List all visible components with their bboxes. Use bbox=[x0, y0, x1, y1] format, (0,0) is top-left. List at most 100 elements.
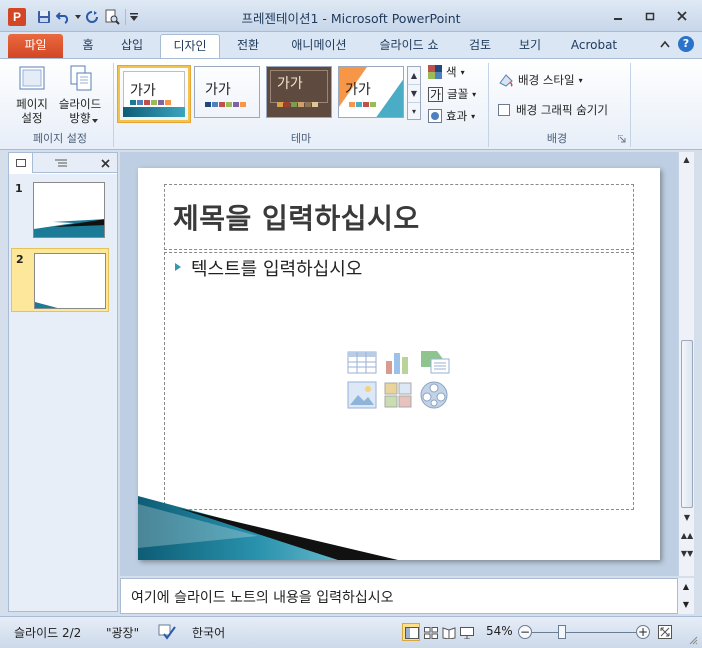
tab-slideshow[interactable]: 슬라이드 쇼 bbox=[368, 34, 450, 58]
ribbon-help-area: ? bbox=[660, 36, 694, 52]
insert-picture-icon[interactable] bbox=[347, 381, 377, 409]
minimize-ribbon-icon[interactable] bbox=[660, 40, 670, 48]
slide-orientation-button[interactable]: 슬라이드 방향 bbox=[54, 63, 106, 125]
ribbon-tabs: 파일 홈 삽입 디자인 전환 애니메이션 슬라이드 쇼 검토 보기 Acroba… bbox=[0, 32, 702, 58]
background-styles-label: 배경 스타일 bbox=[518, 73, 575, 87]
title-placeholder[interactable]: 제목을 입력하십시오 bbox=[164, 184, 634, 250]
insert-table-icon[interactable] bbox=[347, 349, 377, 375]
tab-view[interactable]: 보기 bbox=[510, 34, 550, 58]
theme-1-colors bbox=[130, 100, 171, 105]
close-icon[interactable] bbox=[666, 6, 698, 26]
current-slide: 제목을 입력하십시오 텍스트를 입력하십시오 bbox=[138, 168, 660, 560]
theme-fonts-button[interactable]: 가 글꼴 ▾ bbox=[428, 85, 476, 103]
title-bar: P 프레젠테이션1 - Microsoft PowerPoint bbox=[0, 0, 702, 32]
theme-gallery-scroll: ▲ ▼ ▾ bbox=[407, 66, 421, 120]
notes-scroll-down-icon[interactable]: ▼ bbox=[678, 596, 694, 614]
theme-name: "광장" bbox=[106, 626, 140, 640]
slide-thumbnail-number: 1 bbox=[15, 182, 23, 195]
zoom-slider-knob[interactable] bbox=[558, 625, 566, 639]
insert-clip-art-icon[interactable] bbox=[383, 381, 413, 409]
fit-to-window-icon[interactable] bbox=[658, 625, 672, 639]
close-pane-button[interactable] bbox=[93, 153, 117, 173]
theme-4-colors bbox=[349, 102, 376, 107]
theme-3-colors bbox=[277, 102, 318, 107]
previous-slide-icon[interactable]: ▲▲ bbox=[679, 528, 695, 544]
page-setup-label: 페이지 설정 bbox=[16, 97, 48, 125]
theme-effects-button[interactable]: 효과 ▾ bbox=[428, 107, 475, 125]
theme-colors-label: 색 bbox=[446, 65, 457, 79]
theme-effects-label: 효과 bbox=[446, 109, 468, 123]
theme-colors-button[interactable]: 색 ▾ bbox=[428, 63, 465, 81]
slide-vertical-scrollbar[interactable]: ▲ ▼ ▲▲ ▼▼ bbox=[678, 152, 694, 576]
theme-gallery-more-icon[interactable]: ▾ bbox=[408, 103, 420, 121]
slides-tab-icon bbox=[15, 159, 26, 167]
window-title: 프레젠테이션1 - Microsoft PowerPoint bbox=[241, 11, 461, 26]
insert-smartart-icon[interactable] bbox=[419, 349, 451, 375]
page-setup-group-label: 페이지 설정 bbox=[32, 132, 88, 145]
tab-acrobat[interactable]: Acrobat bbox=[562, 34, 626, 58]
zoom-level[interactable]: 54% bbox=[486, 624, 513, 638]
hide-background-graphics-checkbox[interactable]: 배경 그래픽 숨기기 bbox=[498, 101, 608, 119]
resize-grip-icon[interactable] bbox=[688, 635, 698, 645]
scroll-down-icon[interactable]: ▼ bbox=[679, 510, 695, 526]
tab-file[interactable]: 파일 bbox=[8, 34, 63, 58]
normal-view-button[interactable] bbox=[402, 623, 420, 641]
page-setup-icon bbox=[19, 66, 45, 90]
reading-view-icon[interactable] bbox=[442, 627, 456, 639]
page-setup-button[interactable]: 페이지 설정 bbox=[10, 63, 54, 125]
tab-home[interactable]: 홈 bbox=[72, 34, 104, 58]
notes-pane[interactable]: 여기에 슬라이드 노트의 내용을 입력하십시오 bbox=[120, 578, 678, 614]
notes-scrollbar[interactable]: ▲ ▼ bbox=[678, 578, 694, 614]
tab-review[interactable]: 검토 bbox=[460, 34, 500, 58]
tab-transitions[interactable]: 전환 bbox=[226, 34, 270, 58]
orientation-dropdown-icon[interactable] bbox=[92, 119, 98, 123]
ribbon-design: 페이지 설정 슬라이드 방향 페이지 설정 가가 가가 가가 가가 ▲ ▼ ▾ … bbox=[0, 58, 702, 150]
zoom-out-button[interactable]: − bbox=[518, 625, 532, 639]
next-slide-icon[interactable]: ▼▼ bbox=[679, 546, 695, 562]
hide-background-graphics-label: 배경 그래픽 숨기기 bbox=[516, 103, 608, 117]
normal-view-icon bbox=[405, 627, 419, 639]
slides-tab[interactable] bbox=[9, 153, 33, 173]
zoom-slider-track[interactable] bbox=[532, 632, 636, 633]
theme-2-colors bbox=[205, 102, 246, 107]
content-placeholder[interactable]: 텍스트를 입력하십시오 bbox=[164, 252, 634, 510]
background-styles-button[interactable]: 배경 스타일 ▾ bbox=[498, 71, 583, 89]
restore-icon[interactable] bbox=[634, 6, 666, 26]
zoom-in-button[interactable]: + bbox=[636, 625, 650, 639]
scrollbar-thumb[interactable] bbox=[681, 340, 693, 508]
tab-design[interactable]: 디자인 bbox=[160, 34, 220, 58]
theme-thumbnail-2[interactable]: 가가 bbox=[194, 66, 260, 118]
slideshow-view-icon[interactable] bbox=[460, 627, 474, 639]
minimize-icon[interactable] bbox=[602, 6, 634, 26]
theme-scroll-up-icon[interactable]: ▲ bbox=[408, 67, 420, 85]
group-separator bbox=[488, 63, 489, 147]
background-styles-icon bbox=[499, 74, 513, 87]
slide-thumbnail-1[interactable]: 1 bbox=[11, 178, 109, 242]
theme-scroll-down-icon[interactable]: ▼ bbox=[408, 85, 420, 103]
tab-insert[interactable]: 삽입 bbox=[112, 34, 152, 58]
slide-thumbnail-image bbox=[34, 253, 106, 309]
spell-check-icon[interactable] bbox=[158, 624, 176, 640]
scroll-up-icon[interactable]: ▲ bbox=[679, 152, 694, 168]
bullet-icon bbox=[175, 263, 181, 271]
background-dialog-launcher-icon[interactable] bbox=[618, 135, 626, 143]
outline-tab[interactable] bbox=[49, 153, 73, 173]
theme-thumbnail-4[interactable]: 가가 bbox=[338, 66, 404, 118]
hide-background-graphics-checkbox-box[interactable] bbox=[498, 104, 510, 116]
title-placeholder-text: 제목을 입력하십시오 bbox=[173, 202, 420, 235]
tab-animations[interactable]: 애니메이션 bbox=[280, 34, 358, 58]
theme-1-sample: 가가 bbox=[130, 83, 156, 99]
notes-scroll-up-icon[interactable]: ▲ bbox=[678, 578, 694, 596]
language-indicator: 한국어 bbox=[192, 626, 226, 640]
theme-thumbnail-3[interactable]: 가가 bbox=[266, 66, 332, 118]
insert-chart-icon[interactable] bbox=[383, 349, 413, 375]
slide-editing-area: 제목을 입력하십시오 텍스트를 입력하십시오 bbox=[120, 152, 678, 576]
theme-colors-icon bbox=[428, 65, 442, 79]
help-icon[interactable]: ? bbox=[678, 36, 694, 52]
theme-thumbnail-1[interactable]: 가가 bbox=[118, 66, 190, 122]
slide-sorter-icon[interactable] bbox=[424, 627, 438, 639]
slide-thumbnail-2[interactable]: 2 bbox=[11, 248, 109, 312]
theme-4-sample: 가가 bbox=[345, 82, 371, 98]
insert-media-icon[interactable] bbox=[419, 380, 449, 410]
background-styles-dropdown-icon: ▾ bbox=[578, 75, 583, 85]
